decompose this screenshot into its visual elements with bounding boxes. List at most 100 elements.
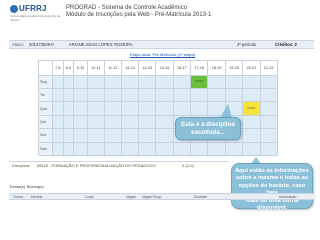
slot[interactable] — [242, 128, 261, 143]
slot[interactable] — [73, 101, 88, 116]
callout-line: Esta é a disciplina — [181, 121, 235, 128]
slot[interactable] — [259, 101, 278, 116]
selected-course-slot[interactable]: IM122 — [190, 74, 209, 90]
slot[interactable] — [172, 74, 192, 90]
slot[interactable] — [138, 114, 157, 130]
slot[interactable] — [73, 88, 88, 103]
slot[interactable] — [103, 141, 122, 157]
slot[interactable] — [242, 114, 261, 130]
slot[interactable] — [190, 88, 209, 103]
slot[interactable] — [120, 74, 140, 90]
slot[interactable] — [103, 114, 122, 130]
slot[interactable] — [86, 128, 105, 143]
discipline-name: IM122 - FORMAÇÃO E PROFISSIONALIZAÇÃO DO… — [37, 163, 156, 168]
slot[interactable] — [138, 88, 157, 103]
slot[interactable] — [73, 141, 88, 157]
slot[interactable] — [52, 101, 64, 116]
slot[interactable] — [52, 88, 64, 103]
callout-line: escolhida... — [191, 129, 225, 136]
slot[interactable] — [259, 141, 278, 157]
time-header: 17-18 — [190, 60, 209, 76]
slot[interactable] — [172, 88, 192, 103]
slot[interactable] — [259, 128, 278, 143]
slot[interactable] — [242, 141, 261, 157]
discipline-bar: Disciplina: IM122 - FORMAÇÃO E PROFISSIO… — [9, 161, 229, 168]
slot[interactable] — [103, 88, 122, 103]
slot[interactable] — [207, 74, 226, 90]
slot[interactable] — [138, 141, 157, 157]
slot[interactable] — [242, 88, 261, 103]
slot[interactable] — [242, 74, 261, 90]
slot[interactable] — [120, 141, 140, 157]
slot[interactable] — [138, 74, 157, 90]
slot[interactable] — [52, 128, 64, 143]
slot[interactable] — [52, 114, 64, 130]
slot[interactable] — [62, 88, 75, 103]
slot[interactable] — [155, 101, 174, 116]
slot[interactable] — [207, 88, 226, 103]
slot[interactable] — [259, 88, 278, 103]
etapa-link[interactable]: Etapa atual: Pré-Matrícula (1ª etapa) — [130, 52, 195, 57]
slot[interactable] — [259, 74, 278, 90]
turmas-title: Turma(s) Teórica(s) — [9, 184, 44, 189]
slot[interactable] — [62, 101, 75, 116]
slot[interactable] — [73, 114, 88, 130]
slot[interactable] — [103, 101, 122, 116]
slot[interactable] — [86, 101, 105, 116]
slot[interactable] — [52, 141, 64, 157]
slot[interactable] — [155, 88, 174, 103]
slot[interactable] — [120, 114, 140, 130]
slot[interactable] — [103, 74, 122, 90]
slot[interactable] — [62, 128, 75, 143]
slot[interactable] — [259, 114, 278, 130]
slot[interactable] — [172, 141, 192, 157]
schedule-row-sex: Sex — [38, 128, 278, 143]
time-header: 18-19 — [207, 60, 226, 76]
slot[interactable] — [62, 114, 75, 130]
callout-info: Aqui estão as informações sobre a mesma … — [231, 163, 313, 212]
slot[interactable] — [120, 101, 140, 116]
time-header: 7-8 — [52, 60, 64, 76]
slot[interactable] — [62, 74, 75, 90]
callout-line: sobre a mesma e todas as — [235, 175, 309, 182]
callout-line: disponível. — [256, 205, 288, 212]
slot[interactable] — [155, 114, 174, 130]
option-course-slot[interactable]: IM122 — [242, 101, 261, 116]
slot[interactable] — [138, 101, 157, 116]
slot[interactable] — [224, 141, 244, 157]
callout-line: Aqui estão as informações — [235, 168, 309, 174]
divider — [9, 199, 314, 200]
slot[interactable] — [86, 141, 105, 157]
slot[interactable] — [103, 128, 122, 143]
slot[interactable] — [86, 114, 105, 130]
slot[interactable] — [224, 88, 244, 103]
slot[interactable] — [190, 101, 209, 116]
slot[interactable] — [155, 141, 174, 157]
discipline-label: Disciplina: — [12, 163, 31, 168]
slot[interactable] — [172, 101, 192, 116]
slot[interactable] — [62, 141, 75, 157]
slot[interactable] — [86, 74, 105, 90]
slot[interactable] — [86, 88, 105, 103]
student-info-bar: Aluno: 201273508-0 ARIANE ADAO LOPES TEI… — [9, 40, 314, 49]
slot[interactable] — [138, 128, 157, 143]
slot[interactable] — [73, 74, 88, 90]
slot[interactable] — [52, 74, 64, 90]
time-header: 9-10 — [73, 60, 88, 76]
slot[interactable] — [224, 74, 244, 90]
slot[interactable] — [207, 141, 226, 157]
slot[interactable] — [120, 88, 140, 103]
time-header: 19-20 — [224, 60, 244, 76]
slot[interactable] — [155, 74, 174, 90]
system-title-line2: Módulo de Inscrições pela Web - Pré-Matr… — [66, 12, 212, 18]
slot[interactable] — [120, 128, 140, 143]
slot[interactable] — [73, 128, 88, 143]
schedule-row-seg: Seg IM122 — [38, 74, 278, 90]
day-label: Seg — [38, 74, 53, 90]
aluno-label: Aluno: — [12, 42, 24, 47]
day-label: Qua — [38, 101, 53, 116]
slot[interactable] — [190, 141, 209, 157]
schedule-header-row: 7-8 8-9 9-10 10-11 11-12 13-14 14-15 15-… — [38, 60, 278, 76]
slot[interactable] — [155, 128, 174, 143]
logo-subtitle: Universidade Federal Rural do Rio de Jan… — [10, 14, 61, 22]
